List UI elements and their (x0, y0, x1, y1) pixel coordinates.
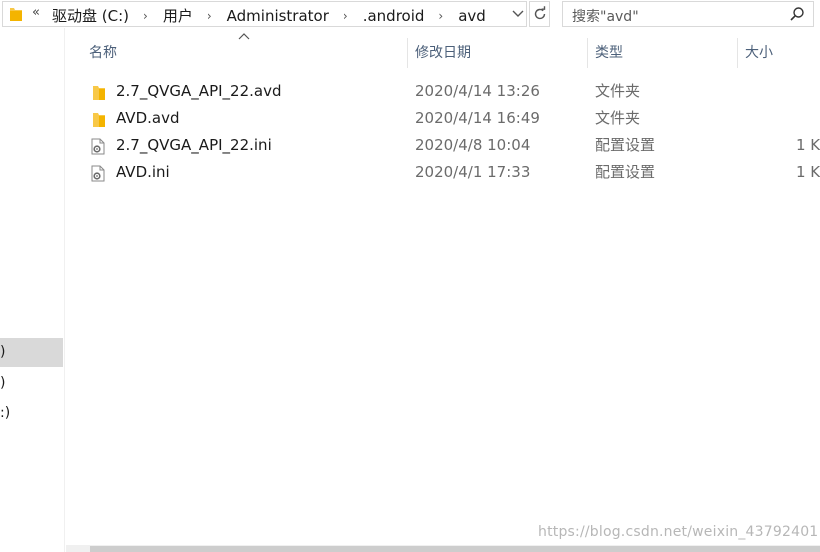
nav-item-label: :) (0, 405, 11, 421)
scrollbar-thumb[interactable] (90, 546, 820, 552)
search-icon[interactable] (789, 6, 805, 22)
file-size: 1 K (796, 136, 820, 154)
column-divider[interactable] (587, 38, 588, 68)
search-placeholder: 搜索"avd" (572, 9, 639, 25)
breadcrumb-item-android[interactable]: .android (363, 7, 425, 25)
column-header-type[interactable]: 类型 (595, 38, 623, 68)
sort-ascending-icon (238, 33, 250, 40)
folder-icon (90, 110, 106, 127)
chevron-right-icon[interactable]: › (143, 9, 148, 23)
file-size: 1 K (796, 163, 820, 181)
breadcrumb-item-users[interactable]: 用户 (163, 5, 193, 26)
folder-icon (9, 6, 23, 22)
chevron-down-icon[interactable] (511, 6, 525, 22)
config-file-icon (90, 137, 106, 155)
watermark: https://blog.csdn.net/weixin_43792401 (538, 524, 819, 540)
refresh-icon (534, 6, 546, 20)
file-row[interactable]: 2.7_QVGA_API_22.avd 2020/4/14 13:26 文件夹 (84, 78, 820, 105)
file-name: AVD.avd (116, 109, 180, 127)
column-divider[interactable] (737, 38, 738, 68)
folder-icon (90, 83, 106, 100)
file-type: 文件夹 (595, 82, 641, 100)
file-row[interactable]: AVD.ini 2020/4/1 17:33 配置设置 1 K (84, 159, 820, 186)
breadcrumb-overflow-button[interactable]: « (32, 5, 40, 20)
chevron-right-icon[interactable]: › (207, 9, 212, 23)
file-name: 2.7_QVGA_API_22.ini (116, 136, 272, 154)
file-type: 配置设置 (595, 163, 656, 181)
breadcrumb-item-drive[interactable]: 驱动盘 (C:) (52, 5, 129, 26)
file-date: 2020/4/14 16:49 (415, 109, 540, 127)
file-type: 配置设置 (595, 136, 656, 154)
file-type: 文件夹 (595, 109, 641, 127)
chevron-right-icon[interactable]: › (438, 9, 443, 23)
nav-item-label: ) (0, 375, 6, 391)
pane-divider[interactable] (64, 28, 65, 552)
horizontal-scrollbar[interactable] (66, 545, 820, 552)
chevron-right-icon[interactable]: › (343, 9, 348, 23)
file-date: 2020/4/8 10:04 (415, 136, 531, 154)
column-header-date[interactable]: 修改日期 (415, 38, 471, 68)
breadcrumb-item-avd[interactable]: avd (458, 7, 486, 25)
nav-item-drive-2[interactable]: ) (0, 369, 63, 398)
file-date: 2020/4/1 17:33 (415, 163, 531, 181)
navigation-pane: ) ) :) (0, 28, 64, 552)
nav-item-label: ) (0, 344, 6, 360)
column-header-name[interactable]: 名称 (89, 38, 117, 68)
file-name: AVD.ini (116, 163, 170, 181)
breadcrumb: 驱动盘 (C:) › 用户 › Administrator › .android… (52, 5, 486, 26)
config-file-icon (90, 164, 106, 182)
file-row[interactable]: AVD.avd 2020/4/14 16:49 文件夹 (84, 105, 820, 132)
file-date: 2020/4/14 13:26 (415, 82, 540, 100)
nav-item-drive-3[interactable]: :) (0, 399, 63, 428)
refresh-button[interactable] (529, 1, 550, 27)
column-header-size[interactable]: 大小 (745, 38, 773, 68)
breadcrumb-item-administrator[interactable]: Administrator (227, 7, 329, 25)
address-bar[interactable]: « 驱动盘 (C:) › 用户 › Administrator › .andro… (2, 1, 527, 27)
file-name: 2.7_QVGA_API_22.avd (116, 82, 282, 100)
nav-item-drive-1[interactable]: ) (0, 338, 63, 367)
column-divider[interactable] (407, 38, 408, 68)
file-row[interactable]: 2.7_QVGA_API_22.ini 2020/4/8 10:04 配置设置 … (84, 132, 820, 159)
search-input[interactable]: 搜索"avd" (562, 1, 814, 27)
